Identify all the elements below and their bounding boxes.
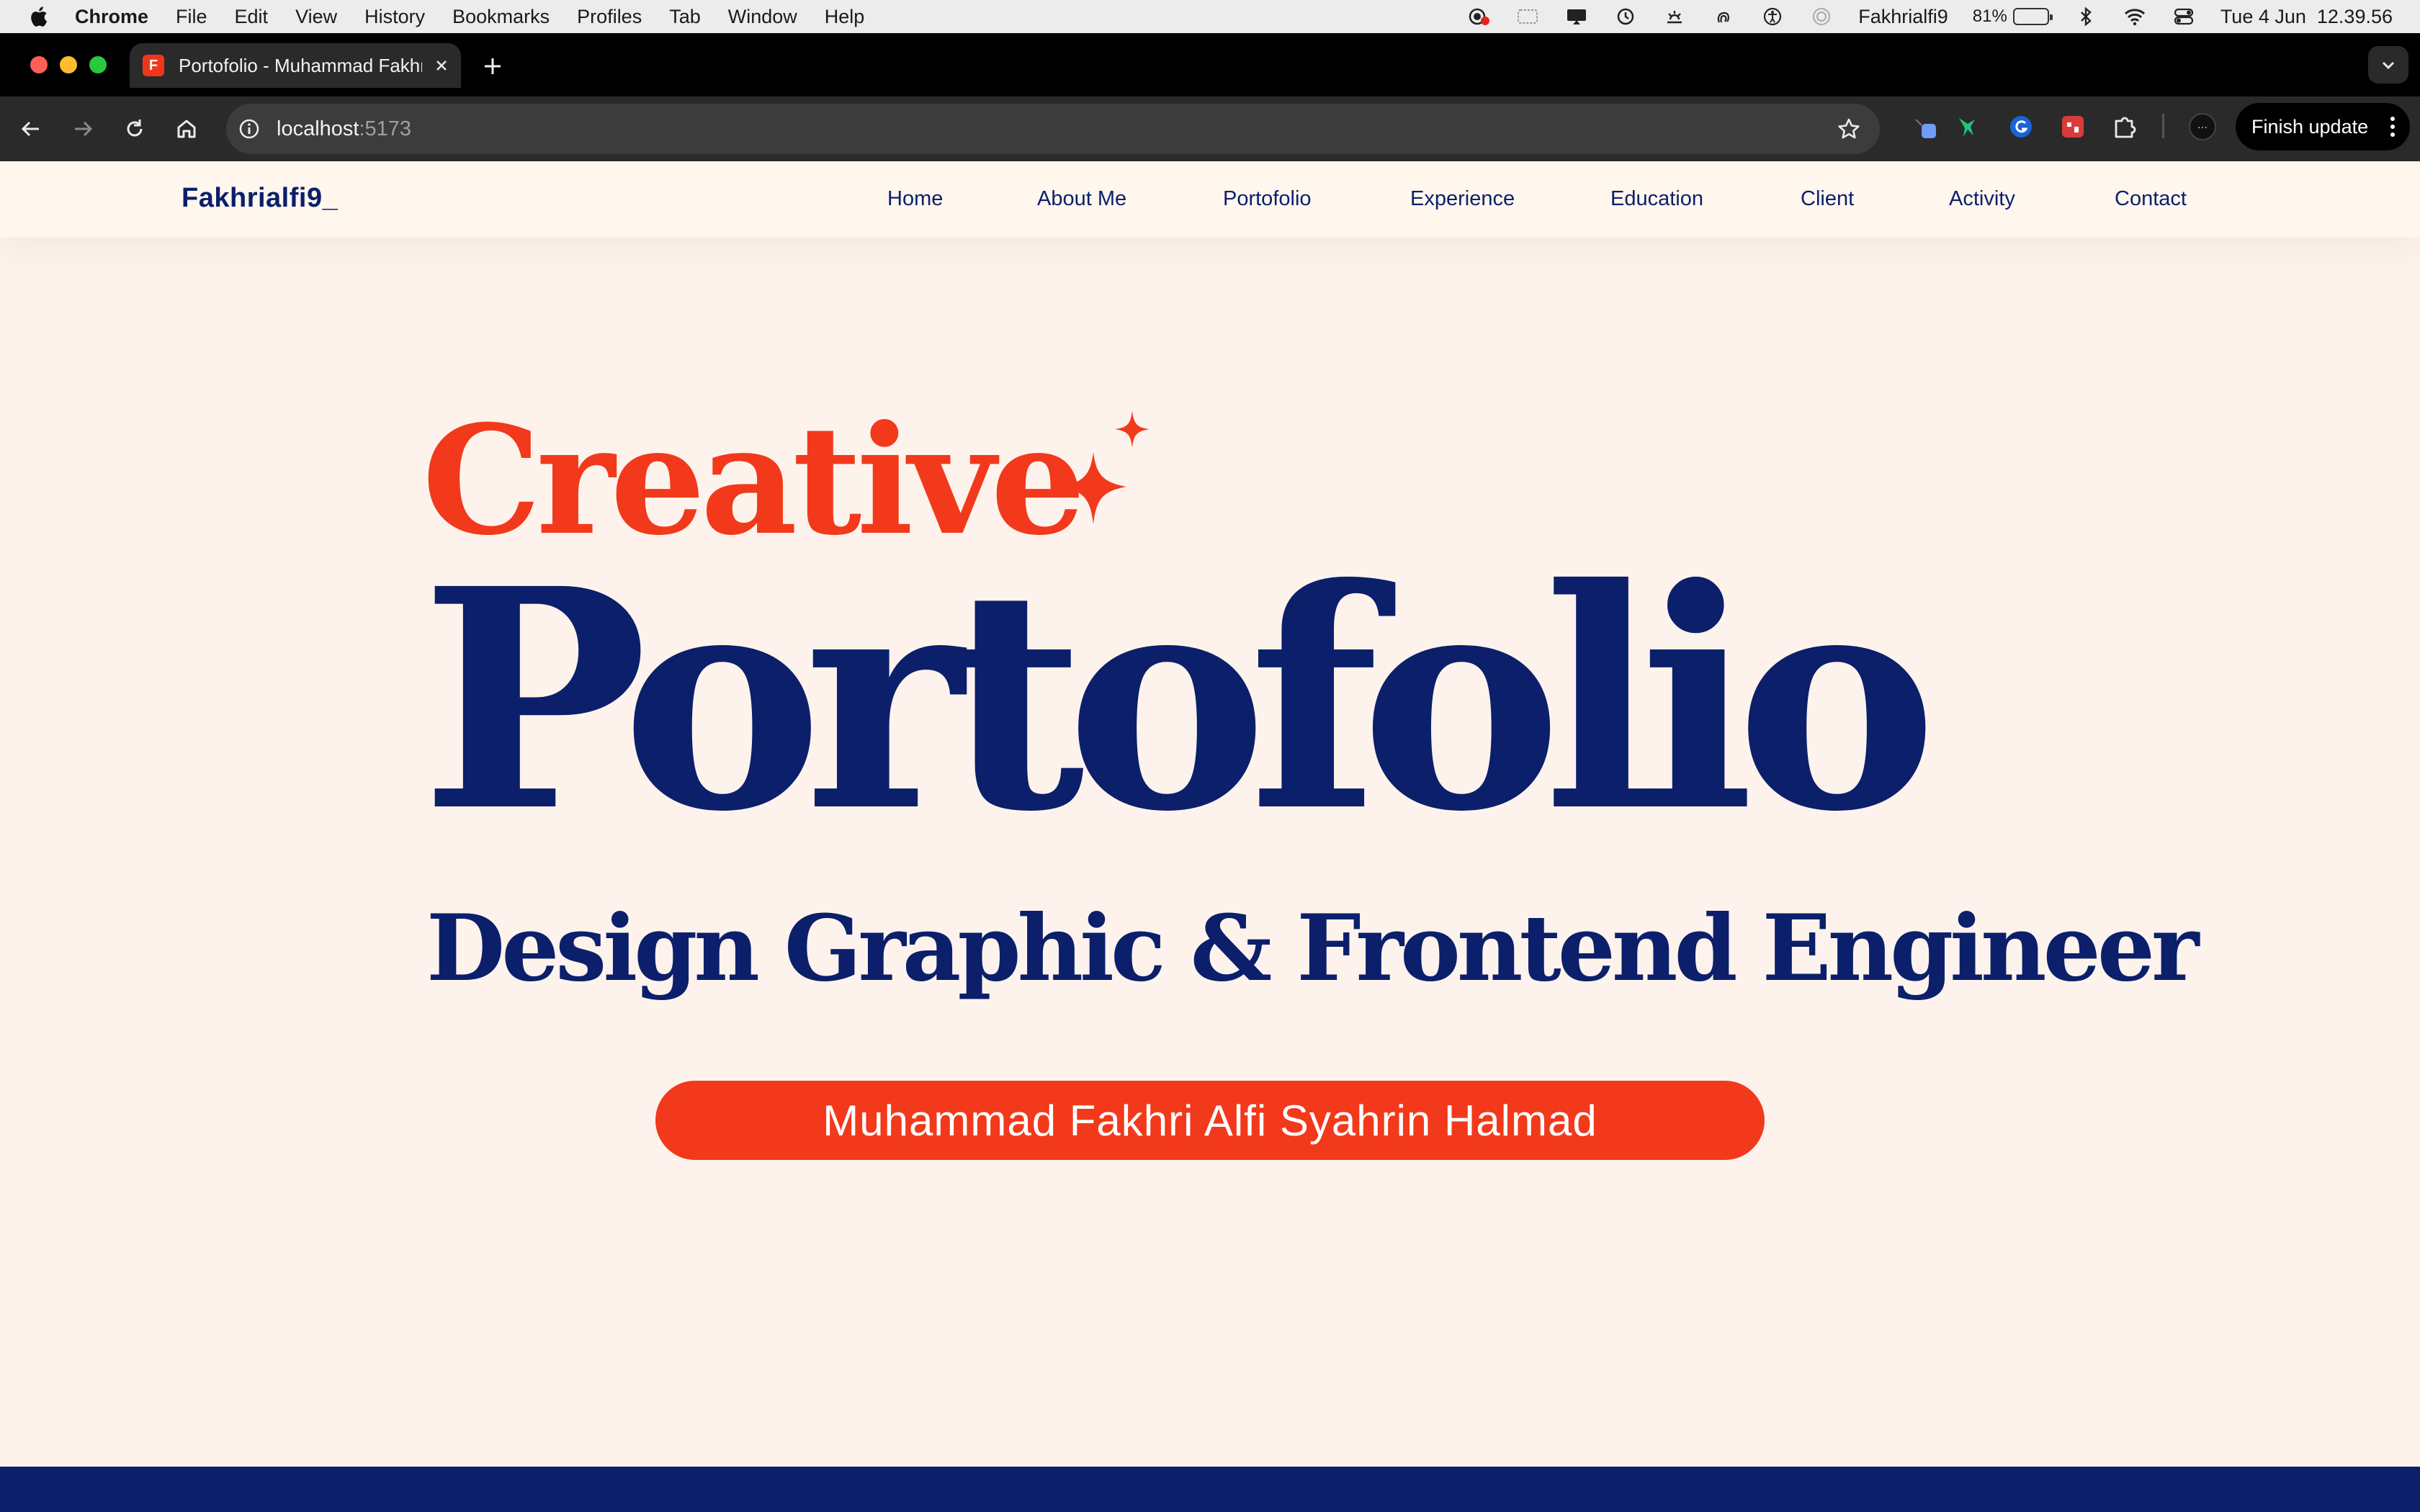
nav-link-portofolio[interactable]: Portofolio: [1223, 187, 1312, 211]
accessibility-icon[interactable]: [1760, 6, 1785, 27]
toolbar-divider: [2162, 114, 2164, 138]
menubar-datetime[interactable]: Tue 4 Jun 12.39.56: [2220, 6, 2393, 28]
browser-toolbar: localhost:5173: [0, 96, 2420, 161]
hero-headline-main: Portofolio: [421, 523, 1937, 878]
arrow-left-icon: [21, 121, 39, 137]
menu-history[interactable]: History: [364, 6, 425, 28]
nav-link-contact[interactable]: Contact: [2115, 187, 2187, 211]
minimize-window-button[interactable]: [60, 56, 77, 73]
menu-help[interactable]: Help: [825, 6, 865, 28]
time-machine-icon[interactable]: [1613, 6, 1638, 27]
close-window-button[interactable]: [30, 56, 48, 73]
back-button[interactable]: [14, 112, 48, 145]
more-menu-icon[interactable]: [2390, 116, 2396, 138]
home-button[interactable]: [170, 112, 203, 145]
site-nav-links: Home About Me Portofolio Experience Educ…: [0, 187, 2420, 216]
browser-tab-active[interactable]: F Portofolio - Muhammad Fakhri Alfi Syah…: [130, 43, 461, 88]
new-tab-icon[interactable]: [481, 55, 504, 78]
profile-avatar[interactable]: ···: [2189, 113, 2216, 140]
home-icon: [177, 120, 196, 138]
puzzle-extensions-icon[interactable]: [2110, 112, 2139, 141]
menu-file[interactable]: File: [176, 6, 207, 28]
url-host: localhost: [277, 117, 359, 140]
screen: Chrome File Edit View History Bookmarks …: [0, 0, 2420, 1512]
reload-button[interactable]: [118, 112, 151, 145]
nav-link-activity[interactable]: Activity: [1949, 187, 2015, 211]
menu-app-name[interactable]: Chrome: [75, 6, 148, 28]
tab-title: Portofolio - Muhammad Fakhri Alfi Syahri…: [179, 54, 422, 76]
site-navbar: Fakhrialfi9_ Home About Me Portofolio Ex…: [0, 161, 2420, 238]
fingerprint-icon[interactable]: [1711, 6, 1736, 27]
url-port: :5173: [359, 117, 412, 140]
nav-link-client[interactable]: Client: [1801, 187, 1854, 211]
maximize-window-button[interactable]: [89, 56, 107, 73]
profile-extension-icon[interactable]: [1912, 112, 1940, 141]
window-controls: [30, 56, 107, 73]
reload-icon: [127, 120, 143, 137]
sidebar-icon[interactable]: [1515, 6, 1540, 27]
grammarly-extension-icon[interactable]: [2007, 112, 2035, 141]
nav-link-home[interactable]: Home: [887, 187, 943, 211]
bluetooth-icon[interactable]: [2074, 6, 2098, 27]
hero-subtitle: Design Graphic & Frontend Engineer: [426, 895, 2199, 1002]
display-icon[interactable]: [1564, 6, 1589, 27]
arrow-right-icon: [75, 121, 93, 137]
red-extension-icon[interactable]: [2058, 112, 2087, 141]
website-viewport: Fakhrialfi9_ Home About Me Portofolio Ex…: [0, 161, 2420, 1512]
menubar-user[interactable]: Fakhrialfi9: [1858, 6, 1948, 28]
tab-search-button[interactable]: [2368, 46, 2408, 84]
screen-record-icon[interactable]: [1466, 6, 1491, 27]
finish-update-button[interactable]: Finish update: [2236, 103, 2410, 150]
battery-icon: [2012, 8, 2053, 25]
nav-link-education[interactable]: Education: [1610, 187, 1703, 211]
menu-window[interactable]: Window: [728, 6, 797, 28]
menubar-status-area: Fakhrialfi9 81% Tue 4 Jun 12.39.56: [1466, 0, 2393, 33]
nav-link-experience[interactable]: Experience: [1410, 187, 1515, 211]
next-section-band: [0, 1467, 2420, 1512]
menu-view[interactable]: View: [295, 6, 337, 28]
hummingbird-extension-icon[interactable]: [1953, 112, 1982, 141]
bookmark-star-icon[interactable]: [1837, 117, 1861, 141]
address-bar[interactable]: localhost:5173: [226, 104, 1880, 154]
nav-link-about-me[interactable]: About Me: [1037, 187, 1126, 211]
battery-percent: 81%: [1972, 6, 2007, 26]
forward-button[interactable]: [66, 112, 99, 145]
macos-menubar: Chrome File Edit View History Bookmarks …: [0, 0, 2420, 33]
browser-tab-strip: F Portofolio - Muhammad Fakhri Alfi Syah…: [0, 33, 2420, 96]
apple-icon[interactable]: [27, 5, 49, 28]
control-center-icon[interactable]: [2172, 6, 2196, 27]
site-favicon-icon: F: [143, 55, 164, 76]
brightness-icon[interactable]: [1662, 6, 1687, 27]
menu-bookmarks[interactable]: Bookmarks: [452, 6, 550, 28]
menu-profiles[interactable]: Profiles: [577, 6, 642, 28]
close-tab-icon[interactable]: [432, 56, 451, 75]
finish-update-label: Finish update: [2251, 115, 2369, 138]
sparkle-icon: [1060, 410, 1150, 524]
menu-tab[interactable]: Tab: [669, 6, 701, 28]
hero-name: Muhammad Fakhri Alfi Syahrin Halmad: [823, 1096, 1597, 1145]
chevron-down-icon: [2382, 61, 2395, 70]
airdrop-icon[interactable]: [1809, 6, 1834, 27]
hero-name-badge: Muhammad Fakhri Alfi Syahrin Halmad: [655, 1081, 1765, 1160]
menu-edit[interactable]: Edit: [235, 6, 269, 28]
wifi-icon[interactable]: [2123, 6, 2147, 27]
site-info-icon[interactable]: [238, 117, 261, 140]
battery-indicator[interactable]: 81%: [1972, 6, 2053, 27]
